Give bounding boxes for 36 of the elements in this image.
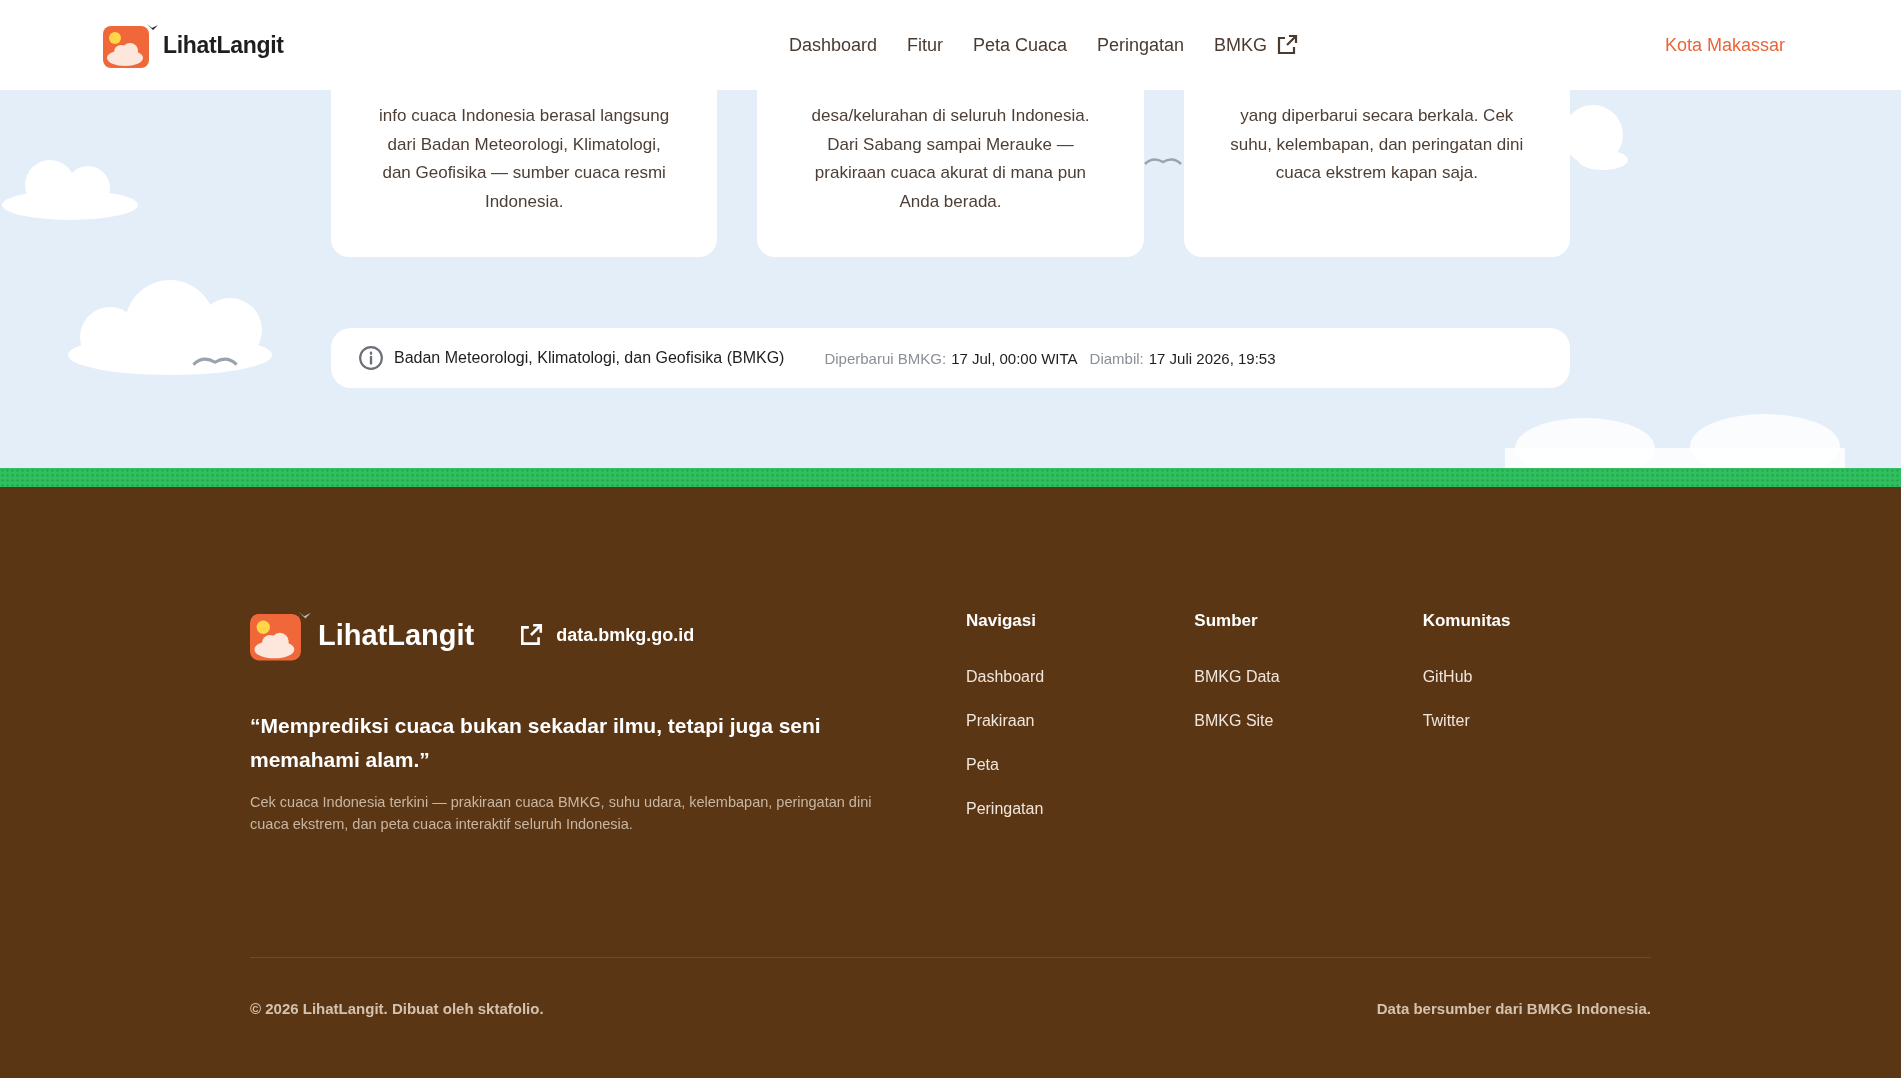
footer-link[interactable]: Peta (965, 755, 999, 775)
nav-link[interactable]: Peta Cuaca (972, 33, 1067, 57)
external-link[interactable]: data.bmkg.go.id (518, 622, 695, 648)
footer-link[interactable]: BMKG Data (1194, 667, 1280, 687)
quote-text: “Memprediksi cuaca bukan sekadar ilmu, tetapi juga seni memahami alam.” (250, 713, 822, 773)
fetched-label: Diambil: (1089, 349, 1144, 367)
card-description: yang diperbarui secara berkala. Cek suhu, kelembapan, dan peringatan dini cuaca ekstrem kapan saja. (1229, 105, 1525, 184)
footer-link[interactable]: BMKG Site (1194, 711, 1274, 731)
column-heading: Sumber (1194, 611, 1258, 631)
footer-link[interactable]: GitHub (1422, 667, 1473, 687)
footer-link[interactable]: Twitter (1422, 711, 1470, 731)
nav-link[interactable]: BMKG (1214, 33, 1300, 57)
brand-name[interactable]: LihatLangit (163, 31, 284, 59)
nav-link[interactable]: Peringatan (1097, 33, 1185, 57)
column-heading: Komunitas (1422, 611, 1511, 631)
updated-value: 17 Jul, 00:00 WITA (951, 349, 1078, 367)
nav-link[interactable]: Fitur (906, 33, 943, 57)
source-name: Badan Meteorologi, Klimatologi, dan Geofisika (BMKG) (394, 349, 785, 367)
copyright-text: © 2026 LihatLangit. Dibuat oleh sktafolio. (250, 1000, 544, 1017)
brand-name: LihatLangit (318, 618, 475, 652)
external-link-icon (518, 622, 545, 648)
footer-link[interactable]: Dashboard (965, 667, 1045, 687)
updated-label: Diperbarui BMKG: (824, 349, 947, 367)
column-heading: Navigasi (965, 611, 1036, 631)
bird-icon (1143, 156, 1183, 166)
fetched-value: 17 Juli 2026, 19:53 (1148, 349, 1276, 367)
credit-text: Data bersumber dari BMKG Indonesia. (1376, 1000, 1651, 1017)
footer-link[interactable]: Peringatan (965, 799, 1044, 819)
footer-description: Cek cuaca Indonesia terkini — prakiraan cuaca BMKG, suhu udara, kelembapan, peringatan dini cuaca ekstrem, dan peta cuaca interaktif seluruh Indonesia. (250, 793, 873, 834)
nav-link[interactable]: Dashboard (788, 33, 877, 57)
info-icon (358, 345, 384, 371)
card-description: info cuaca Indonesia berasal langsung dari Badan Meteorologi, Klimatologi, dan Geofisika — sumber cuaca resmi Indonesia. (378, 105, 671, 213)
sun-cloud-logo-icon (103, 22, 159, 68)
external-link-icon (1275, 33, 1300, 57)
card-description: desa/kelurahan di seluruh Indonesia. Dari Sabang sampai Merauke — prakiraan cuaca akurat di mana pun Anda berada. (810, 105, 1091, 213)
footer-link[interactable]: Prakiraan (965, 711, 1035, 731)
